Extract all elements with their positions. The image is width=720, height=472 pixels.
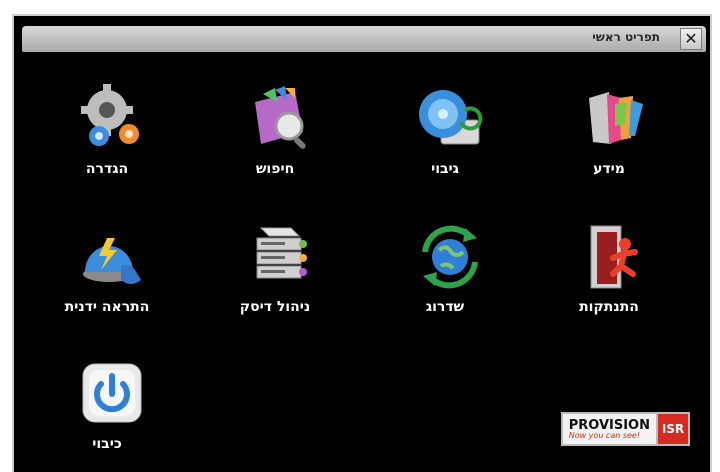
provision-isr-logo: PROVISION Now you can see! ISR	[560, 412, 690, 446]
menu-item-search-label: חיפוש	[255, 161, 295, 177]
search-magnifier-icon	[255, 86, 306, 149]
logout-door-icon	[590, 225, 638, 289]
menu-item-upgrade-label: שדרוג	[425, 299, 465, 315]
menu-item-disk[interactable]: ניהול דיסק	[210, 222, 340, 332]
window-title: תפריט ראשי	[592, 30, 660, 44]
menu-item-search[interactable]: חיפוש	[210, 84, 340, 194]
manual-alarm-icon	[83, 238, 141, 284]
logo-tagline: Now you can see!	[568, 431, 641, 440]
close-button[interactable]: ✕	[680, 28, 702, 50]
backup-disc-icon	[419, 90, 483, 145]
info-books-icon	[589, 92, 643, 144]
menu-item-backup-label: גיבוי	[431, 161, 459, 177]
menu-item-alarm-label: התראה ידנית	[64, 299, 150, 315]
menu-item-logout[interactable]: התנתקות	[544, 222, 674, 332]
menu-item-shutdown-label: כיבוי	[92, 436, 122, 452]
logo-isr-badge: ISR	[656, 412, 690, 446]
menu-item-disk-label: ניהול דיסק	[239, 299, 311, 315]
disk-management-icon	[256, 227, 307, 279]
menu-item-settings[interactable]: הגדרה	[42, 84, 172, 194]
power-icon	[82, 363, 142, 423]
menu-item-shutdown[interactable]: כיבוי	[42, 360, 172, 470]
menu-item-logout-label: התנתקות	[579, 299, 639, 315]
menu-item-info[interactable]: מידע	[544, 84, 674, 194]
title-bar: תפריט ראשי ✕	[22, 26, 706, 52]
menu-item-settings-label: הגדרה	[85, 161, 129, 177]
menu-item-upgrade[interactable]: שדרוג	[380, 222, 510, 332]
menu-item-backup[interactable]: גיבוי	[380, 84, 510, 194]
menu-item-alarm[interactable]: התראה ידנית	[42, 222, 172, 332]
settings-gears-icon	[81, 84, 139, 146]
menu-item-info-label: מידע	[593, 161, 625, 177]
upgrade-globe-icon	[422, 225, 478, 289]
